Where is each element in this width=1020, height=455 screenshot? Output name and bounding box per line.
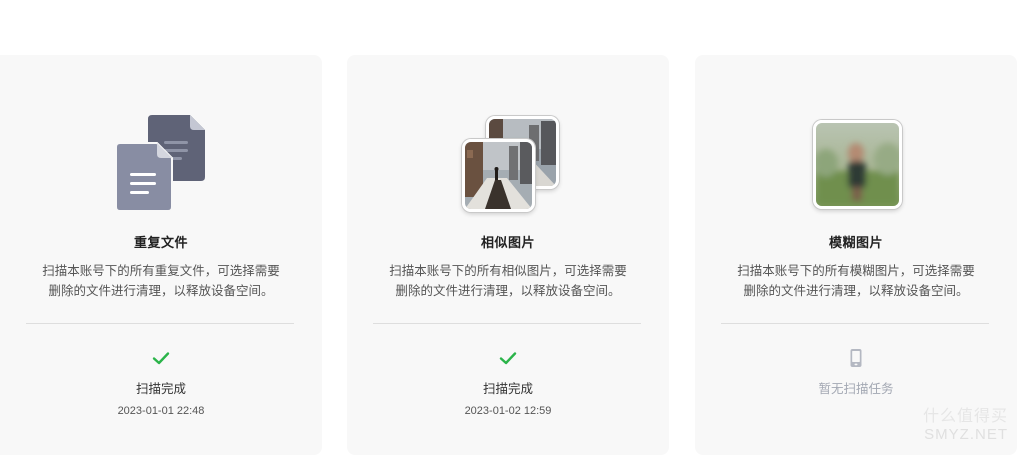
divider [721, 323, 989, 324]
watermark-domain: SMYZ.NET [924, 426, 1008, 443]
similar-photo-front-thumbnail [462, 139, 535, 212]
site-watermark: 什么值得买 SMYZ.NET [923, 408, 1008, 444]
checkmark-icon [499, 352, 517, 365]
scan-status: 扫描完成 [482, 381, 533, 396]
watermark-text: 什么值得买 [922, 408, 1008, 425]
duplicate-files-card[interactable]: 重复文件 扫描本账号下的所有重复文件，可选择需要 删除的文件进行清理，以释放设备… [0, 55, 322, 455]
description-line: 扫描本账号下的所有相似图片，可选择需要 [389, 263, 627, 278]
divider [26, 323, 294, 324]
description-line: 删除的文件进行清理，以释放设备空间。 [395, 283, 621, 298]
card-title: 相似图片 [480, 236, 535, 251]
card-description: 扫描本账号下的所有重复文件，可选择需要 删除的文件进行清理，以释放设备空间。 [20, 261, 302, 301]
checkmark-icon [152, 352, 170, 365]
description-line: 删除的文件进行清理，以释放设备空间。 [743, 283, 969, 298]
card-description: 扫描本账号下的所有相似图片，可选择需要 删除的文件进行清理，以释放设备空间。 [367, 261, 649, 301]
scan-timestamp: 2023-01-02 12:59 [464, 405, 552, 417]
description-line: 删除的文件进行清理，以释放设备空间。 [48, 283, 274, 298]
description-line: 扫描本账号下的所有重复文件，可选择需要 [42, 263, 280, 278]
duplicate-files-icon [115, 115, 205, 212]
blurry-images-card[interactable]: 模糊图片 扫描本账号下的所有模糊图片，可选择需要 删除的文件进行清理，以释放设备… [695, 55, 1017, 455]
card-title: 重复文件 [133, 236, 188, 251]
divider [373, 323, 641, 324]
duplicate-files-icon-area [0, 105, 322, 217]
blurry-photo-thumbnail [813, 120, 902, 209]
scan-status: 扫描完成 [135, 381, 186, 396]
card-description: 扫描本账号下的所有模糊图片，可选择需要 删除的文件进行清理，以释放设备空间。 [715, 261, 997, 301]
similar-images-card[interactable]: 相似图片 扫描本账号下的所有相似图片，可选择需要 删除的文件进行清理，以释放设备… [347, 55, 669, 455]
description-line: 扫描本账号下的所有模糊图片，可选择需要 [737, 263, 975, 278]
scan-timestamp: 2023-01-01 22:48 [117, 405, 205, 417]
phone-icon [850, 349, 862, 367]
card-title: 模糊图片 [828, 236, 883, 251]
similar-images-icon-area [347, 105, 669, 217]
scan-status: 暂无扫描任务 [818, 381, 894, 396]
blurry-images-icon-area [695, 105, 1017, 217]
